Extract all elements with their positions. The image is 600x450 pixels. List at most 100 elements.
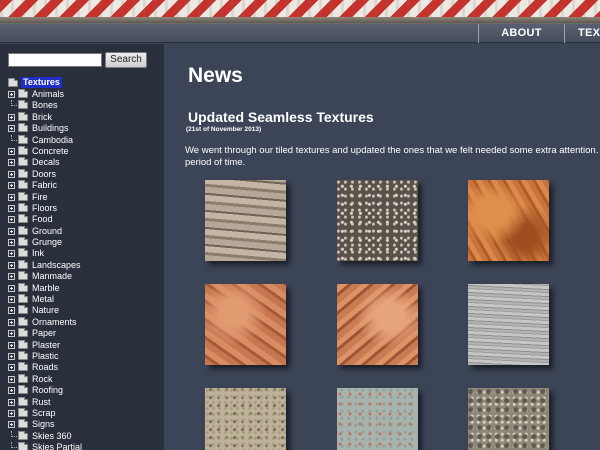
- expand-plus-icon[interactable]: [8, 421, 15, 429]
- tree-item-label[interactable]: Plaster: [32, 340, 60, 351]
- expand-plus-icon[interactable]: [8, 273, 15, 281]
- tree-item-label[interactable]: Cambodia: [32, 135, 73, 146]
- tree-item-label[interactable]: Roads: [32, 362, 58, 373]
- expand-plus-icon[interactable]: [8, 296, 15, 304]
- tree-item[interactable]: Manmade: [7, 271, 164, 282]
- tree-item-label[interactable]: Paper: [32, 328, 56, 339]
- tree-item-label[interactable]: Roofing: [32, 385, 63, 396]
- tree-item-label[interactable]: Scrap: [32, 408, 56, 419]
- tree-item-label[interactable]: Floors: [32, 203, 57, 214]
- tree-item[interactable]: Ground: [7, 225, 164, 237]
- texture-thumbnail[interactable]: [205, 284, 286, 365]
- tree-item[interactable]: Rock: [7, 373, 164, 385]
- tree-item-label[interactable]: Doors: [32, 169, 56, 180]
- expand-plus-icon[interactable]: [8, 352, 15, 360]
- tree-item-label[interactable]: Rust: [32, 397, 51, 408]
- expand-plus-icon[interactable]: [8, 364, 15, 372]
- tree-item-label[interactable]: Food: [32, 214, 53, 225]
- expand-plus-icon[interactable]: [8, 284, 15, 292]
- expand-plus-icon[interactable]: [8, 113, 15, 121]
- tree-item[interactable]: Concrete: [7, 145, 164, 157]
- expand-plus-icon[interactable]: [8, 375, 15, 383]
- expand-plus-icon[interactable]: [8, 239, 15, 247]
- expand-plus-icon[interactable]: [8, 330, 15, 338]
- expand-plus-icon[interactable]: [8, 159, 15, 167]
- tree-root-label[interactable]: Textures: [21, 77, 62, 88]
- tree-item[interactable]: Ink: [7, 248, 164, 259]
- tree-item[interactable]: Decals: [7, 157, 164, 168]
- nav-textures-link[interactable]: TEXT: [564, 24, 600, 43]
- tree-item[interactable]: Fabric: [7, 180, 164, 191]
- tree-item-label[interactable]: Metal: [32, 294, 54, 305]
- tree-item-label[interactable]: Landscapes: [32, 260, 81, 271]
- expand-plus-icon[interactable]: [8, 250, 15, 258]
- tree-item-label[interactable]: Plastic: [32, 351, 59, 362]
- expand-plus-icon[interactable]: [8, 398, 15, 406]
- expand-plus-icon[interactable]: [8, 170, 15, 178]
- texture-thumbnail[interactable]: [337, 284, 418, 365]
- tree-item-label[interactable]: Concrete: [32, 146, 69, 157]
- tree-item[interactable]: Rust: [7, 396, 164, 408]
- expand-plus-icon[interactable]: [8, 193, 15, 201]
- tree-item[interactable]: Roofing: [7, 385, 164, 396]
- expand-plus-icon[interactable]: [8, 307, 15, 315]
- tree-item[interactable]: Marble: [7, 282, 164, 294]
- tree-item[interactable]: Fire: [7, 191, 164, 203]
- tree-item-label[interactable]: Grunge: [32, 237, 62, 248]
- search-button[interactable]: Search: [105, 52, 147, 68]
- expand-plus-icon[interactable]: [8, 147, 15, 155]
- tree-item[interactable]: Landscapes: [7, 259, 164, 271]
- expand-plus-icon[interactable]: [8, 387, 15, 395]
- tree-item[interactable]: Food: [7, 214, 164, 225]
- tree-item-label[interactable]: Skies 360: [32, 431, 72, 442]
- tree-item[interactable]: Metal: [7, 294, 164, 305]
- texture-thumbnail[interactable]: [468, 388, 549, 450]
- tree-item-label[interactable]: Brick: [32, 112, 52, 123]
- tree-item[interactable]: Skies 360: [7, 430, 164, 442]
- expand-plus-icon[interactable]: [8, 204, 15, 212]
- tree-item[interactable]: Doors: [7, 168, 164, 180]
- tree-root[interactable]: Textures: [7, 77, 164, 89]
- texture-thumbnail[interactable]: [205, 388, 286, 450]
- tree-item[interactable]: Buildings: [7, 123, 164, 134]
- post-title[interactable]: Updated Seamless Textures: [188, 109, 374, 125]
- tree-item-label[interactable]: Ink: [32, 248, 44, 259]
- tree-item[interactable]: Signs: [7, 419, 164, 430]
- tree-item[interactable]: Plaster: [7, 339, 164, 351]
- expand-plus-icon[interactable]: [8, 318, 15, 326]
- tree-item[interactable]: Floors: [7, 202, 164, 214]
- tree-item-label[interactable]: Buildings: [32, 123, 69, 134]
- tree-item-label[interactable]: Rock: [32, 374, 53, 385]
- tree-item[interactable]: Ornaments: [7, 316, 164, 328]
- tree-item[interactable]: Plastic: [7, 350, 164, 362]
- tree-item-label[interactable]: Fire: [32, 192, 48, 203]
- tree-item-label[interactable]: Ground: [32, 226, 62, 237]
- tree-item[interactable]: Roads: [7, 362, 164, 373]
- tree-item-label[interactable]: Bones: [32, 100, 58, 111]
- expand-plus-icon[interactable]: [8, 182, 15, 190]
- tree-item[interactable]: Nature: [7, 305, 164, 316]
- tree-item-label[interactable]: Animals: [32, 89, 64, 100]
- tree-item[interactable]: Scrap: [7, 407, 164, 419]
- expand-plus-icon[interactable]: [8, 91, 15, 98]
- expand-plus-icon[interactable]: [8, 125, 15, 133]
- tree-item[interactable]: Brick: [7, 111, 164, 123]
- tree-item[interactable]: Animals: [7, 89, 164, 100]
- tree-item-label[interactable]: Skies Partial: [32, 442, 82, 450]
- tree-item[interactable]: Cambodia: [7, 134, 164, 146]
- tree-item-label[interactable]: Ornaments: [32, 317, 77, 328]
- tree-item-label[interactable]: Manmade: [32, 271, 72, 282]
- texture-thumbnail[interactable]: [468, 180, 549, 261]
- texture-thumbnail[interactable]: [337, 388, 418, 450]
- tree-item-label[interactable]: Decals: [32, 157, 60, 168]
- texture-thumbnail[interactable]: [468, 284, 549, 365]
- expand-plus-icon[interactable]: [8, 227, 15, 235]
- tree-item[interactable]: Skies Partial: [7, 442, 164, 450]
- tree-item[interactable]: Bones: [7, 100, 164, 111]
- expand-plus-icon[interactable]: [8, 261, 15, 269]
- tree-item-label[interactable]: Marble: [32, 283, 60, 294]
- search-input[interactable]: [8, 53, 102, 67]
- nav-about-link[interactable]: ABOUT: [478, 24, 564, 43]
- expand-plus-icon[interactable]: [8, 409, 15, 417]
- tree-item-label[interactable]: Signs: [32, 419, 55, 430]
